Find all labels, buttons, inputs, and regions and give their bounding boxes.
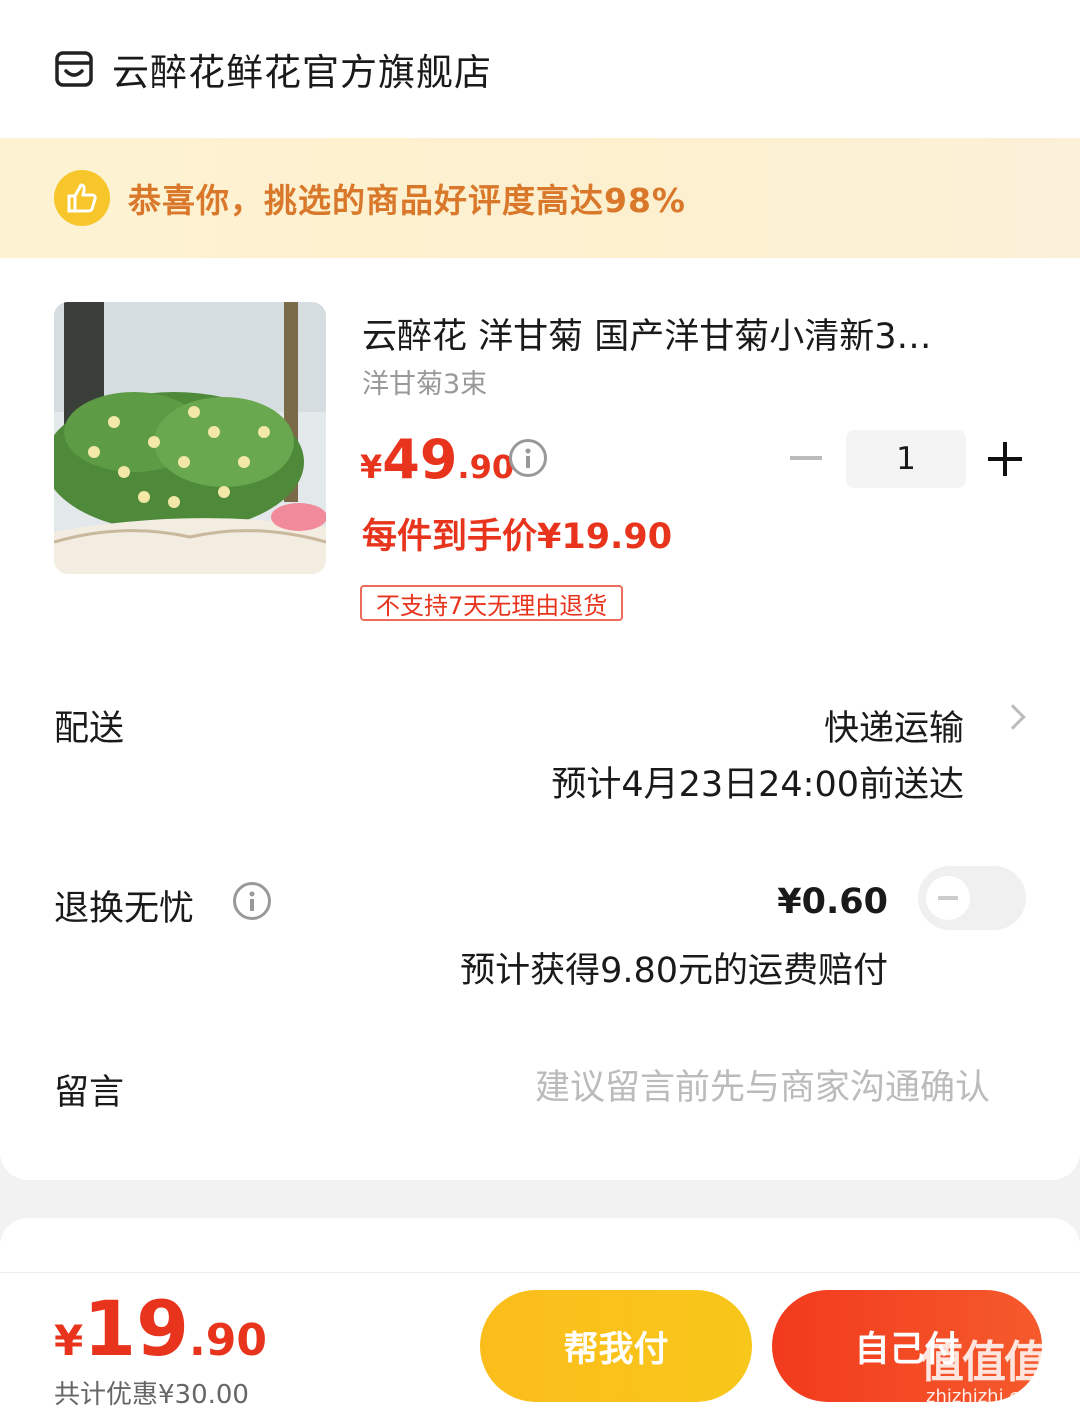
- price-integer: 49: [382, 428, 458, 491]
- delivery-method[interactable]: 快递运输: [824, 700, 964, 751]
- product-title[interactable]: 云醉花 洋甘菊 国产洋甘菊小清新3…: [362, 308, 982, 359]
- insurance-info-icon[interactable]: [233, 882, 271, 920]
- watermark-logo: 值值值: [920, 1337, 1048, 1388]
- insurance-price: ¥0.60: [777, 882, 888, 922]
- product-price: ¥ 49 .90: [360, 428, 514, 491]
- product-image[interactable]: [54, 302, 326, 574]
- final-price: 每件到手价¥19.90: [362, 517, 673, 557]
- insurance-label: 退换无忧: [54, 889, 195, 929]
- insurance-note: 预计获得9.80元的运费赔付: [460, 951, 888, 991]
- quantity-increase-button[interactable]: [988, 442, 1022, 476]
- total-currency: ¥: [54, 1316, 84, 1365]
- message-input[interactable]: [430, 1064, 990, 1112]
- total-integer: 19: [83, 1284, 189, 1373]
- help-me-pay-button[interactable]: 帮我付: [480, 1290, 752, 1402]
- price-decimal: .90: [457, 448, 515, 486]
- delivery-label: 配送: [54, 709, 125, 749]
- rating-banner: 恭喜你，挑选的商品好评度高达98%: [0, 138, 1080, 258]
- product-spec[interactable]: 洋甘菊3束: [362, 362, 487, 401]
- message-label: 留言: [54, 1073, 125, 1113]
- total-saving: 共计优惠¥30.00: [54, 1380, 249, 1410]
- thumbs-up-icon: [54, 170, 110, 226]
- store-name: 云醉花鲜花官方旗舰店: [112, 51, 492, 94]
- store-header[interactable]: 云醉花鲜花官方旗舰店: [0, 0, 1080, 138]
- watermark-url: zhizhizhi.com: [926, 1386, 1048, 1407]
- insurance-toggle[interactable]: [918, 866, 1026, 930]
- total-decimal: .90: [189, 1315, 267, 1366]
- store-icon: [55, 51, 93, 87]
- quantity-field[interactable]: 1: [846, 430, 966, 488]
- no-return-tag: 不支持7天无理由退货: [360, 585, 624, 621]
- quantity-decrease-button[interactable]: [790, 456, 822, 460]
- next-section-card: [0, 1218, 1080, 1278]
- delivery-eta: 预计4月23日24:00前送达: [551, 765, 964, 805]
- total-price: ¥ 19 .90: [54, 1284, 267, 1373]
- rating-banner-text: 恭喜你，挑选的商品好评度高达98%: [128, 181, 686, 220]
- price-currency: ¥: [360, 448, 383, 486]
- toggle-knob: [926, 876, 970, 920]
- price-info-icon[interactable]: [509, 439, 547, 477]
